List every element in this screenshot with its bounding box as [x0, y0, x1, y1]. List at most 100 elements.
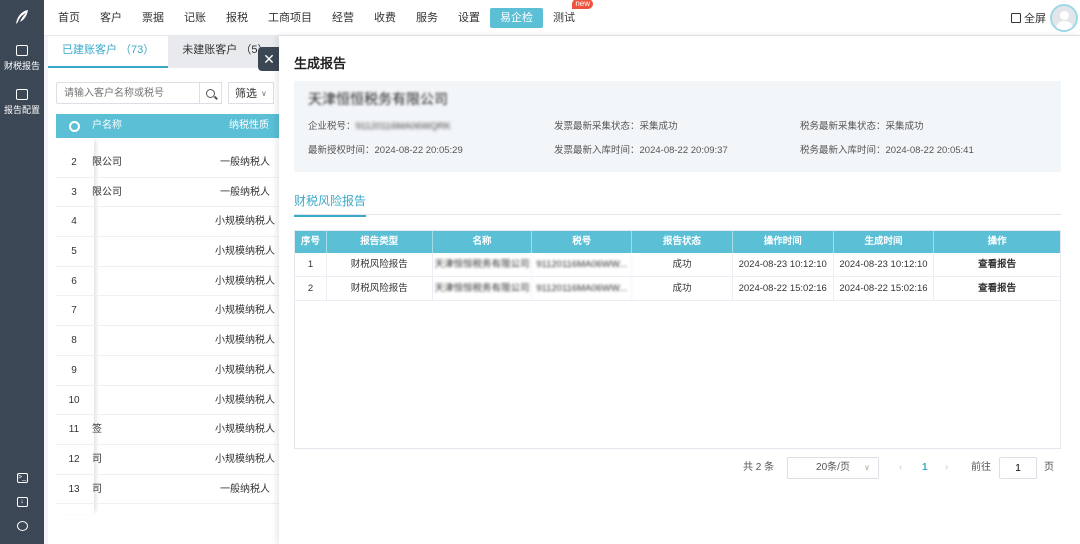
table-row[interactable]: 5 小规模纳税人 [56, 237, 284, 267]
invoice-store-value: 2024-08-22 20:09:37 [639, 145, 728, 156]
next-page-button[interactable]: › [945, 457, 948, 479]
company-info-card: 天津恒恒税务有限公司 企业税号：91120116MA06WQRK 发票最新采集状… [294, 81, 1061, 172]
auth-time-label: 最新授权时间： [308, 145, 375, 156]
nav-item-settings[interactable]: 设置 [448, 8, 490, 28]
tax-type: 小规模纳税人 [215, 394, 275, 406]
view-report-link[interactable]: 查看报告 [934, 277, 1060, 300]
table-row: 1 财税风险报告 天津恒恒税务有限公司 91120116MA06WW... 成功… [295, 253, 1060, 277]
tab-accounted-customers[interactable]: 已建账客户 （73） [48, 36, 169, 68]
customer-search-input[interactable] [56, 82, 200, 104]
invoice-store-label: 发票最新入库时间： [554, 145, 640, 156]
nav-item-charges[interactable]: 收费 [364, 8, 406, 28]
goto-label: 前往 [971, 462, 991, 473]
sidebar-item-finance-report[interactable]: 财税报告 [0, 36, 44, 80]
filter-dropdown[interactable]: 筛选 ∨ [228, 82, 274, 104]
tax-collect-label: 税务最新采集状态： [800, 121, 886, 132]
tax-collect-status-field: 税务最新采集状态：采集成功 [800, 118, 924, 132]
sidebar-item-report-config[interactable]: 报告配置 [0, 80, 44, 124]
report-table: 序号 报告类型 名称 税号 报告状态 操作时间 生成时间 操作 1 财税风险报告… [294, 230, 1061, 449]
column-header-name: 名称 [433, 231, 533, 253]
customer-name: 限公司 [92, 157, 122, 168]
page-size-value: 20条/页 [816, 462, 850, 473]
customer-name: 司 [92, 453, 102, 465]
nav-item-home[interactable]: 首页 [48, 8, 90, 28]
tax-type: 一般纳税人 [220, 157, 270, 168]
row-index: 7 [71, 305, 77, 317]
row-index: 10 [68, 394, 80, 406]
prev-page-button[interactable]: ‹ [899, 457, 902, 479]
auth-time-field: 最新授权时间：2024-08-22 20:05:29 [308, 142, 463, 156]
download-button[interactable]: ↓ [0, 490, 44, 514]
column-header-name: 户名称 [92, 120, 122, 131]
table-row[interactable]: 11 签 小规模纳税人 [56, 415, 284, 445]
fullscreen-icon [1011, 13, 1021, 23]
row-index: 12 [68, 453, 80, 465]
row-index: 6 [71, 275, 77, 287]
report-type: 财税风险报告 [327, 277, 433, 300]
table-row[interactable]: 8 小规模纳税人 [56, 326, 284, 356]
table-row[interactable]: 12 司 小规模纳税人 [56, 445, 284, 475]
tax-type: 小规模纳税人 [215, 305, 275, 317]
table-row[interactable]: 2 限公司 一般纳税人 [56, 148, 284, 178]
table-row[interactable]: 9 小规模纳税人 [56, 356, 284, 386]
nav-item-customers[interactable]: 客户 [90, 8, 132, 28]
generate-report-drawer: 生成报告 天津恒恒税务有限公司 企业税号：91120116MA06WQRK 发票… [279, 36, 1080, 544]
terminal-button[interactable]: >_ [0, 466, 44, 490]
column-header-generate-time: 生成时间 [834, 231, 935, 253]
table-row[interactable]: 13 司 一般纳税人 [56, 475, 284, 505]
column-header-tax-type: 纳税性质 [229, 120, 269, 131]
feather-logo-icon [16, 10, 28, 24]
tax-id-value: 91120116MA06WQRK [355, 121, 451, 132]
nav-item-bookkeeping[interactable]: 记账 [174, 8, 216, 28]
invoice-collect-label: 发票最新采集状态： [554, 121, 640, 132]
tax-type: 小规模纳税人 [215, 364, 275, 376]
support-button[interactable] [0, 514, 44, 538]
fullscreen-button[interactable]: 全屏 [1011, 10, 1046, 26]
nav-item-tax-filing[interactable]: 报税 [216, 8, 258, 28]
table-row[interactable]: 3 限公司 一般纳税人 [56, 178, 284, 208]
fullscreen-label: 全屏 [1024, 13, 1046, 25]
table-row: 2 财税风险报告 天津恒恒税务有限公司 91120116MA06WW... 成功… [295, 277, 1060, 301]
pagination: 共 2 条 20条/页 ∨ ‹ 1 › 前往 页 [739, 457, 1059, 479]
row-index: 2 [71, 157, 77, 168]
tab-divider [294, 214, 1061, 215]
user-avatar[interactable] [1050, 4, 1078, 32]
nav-item-operations[interactable]: 经营 [322, 8, 364, 28]
table-row[interactable]: 7 小规模纳税人 [56, 296, 284, 327]
invoice-collect-value: 采集成功 [639, 121, 678, 132]
page-size-select[interactable]: 20条/页 ∨ [787, 457, 879, 479]
tax-type: 一般纳税人 [220, 186, 270, 198]
app-logo[interactable] [0, 0, 44, 36]
nav-item-invoices[interactable]: 票据 [132, 8, 174, 28]
customer-name: 司 [92, 483, 102, 495]
nav-item-business-projects[interactable]: 工商项目 [258, 8, 322, 28]
table-row[interactable]: 6 小规模纳税人 [56, 267, 284, 297]
current-page-number[interactable]: 1 [922, 457, 928, 479]
report-status: 成功 [632, 253, 733, 276]
avatar-head-shape [1060, 11, 1069, 20]
top-navigation-bar: 首页 客户 票据 记账 报税 工商项目 经营 收费 服务 设置 易企检 测试 n… [0, 0, 1080, 36]
nav-item-yiqijian[interactable]: 易企检 [490, 8, 543, 28]
invoice-collect-status-field: 发票最新采集状态：采集成功 [554, 118, 678, 132]
sidebar-bottom-tools: >_ ↓ [0, 466, 44, 538]
view-report-link[interactable]: 查看报告 [934, 253, 1060, 276]
operate-time: 2024-08-22 15:02:16 [733, 277, 834, 300]
tax-id-cell: 91120116MA06WW... [532, 253, 633, 276]
table-row[interactable]: 4 小规模纳税人 [56, 207, 284, 238]
goto-page-input[interactable] [999, 457, 1037, 479]
column-header-action: 操作 [987, 236, 1007, 247]
search-button[interactable] [200, 82, 222, 104]
nav-item-test[interactable]: 测试 new [543, 0, 593, 28]
row-index: 9 [71, 364, 77, 376]
table-row[interactable]: 10 小规模纳税人 [56, 386, 284, 416]
row-index: 4 [71, 216, 77, 228]
column-settings-button[interactable] [56, 114, 92, 138]
close-drawer-button[interactable]: ✕ [258, 47, 280, 71]
tax-id-label: 企业税号： [308, 121, 356, 132]
tax-type: 一般纳税人 [220, 483, 270, 495]
customer-name: 签 [92, 424, 102, 436]
nav-item-test-label: 测试 [553, 12, 575, 24]
company-name: 天津恒恒税务有限公司 [308, 91, 448, 107]
sidebar-item-label: 财税报告 [3, 60, 40, 71]
nav-item-service[interactable]: 服务 [406, 8, 448, 28]
